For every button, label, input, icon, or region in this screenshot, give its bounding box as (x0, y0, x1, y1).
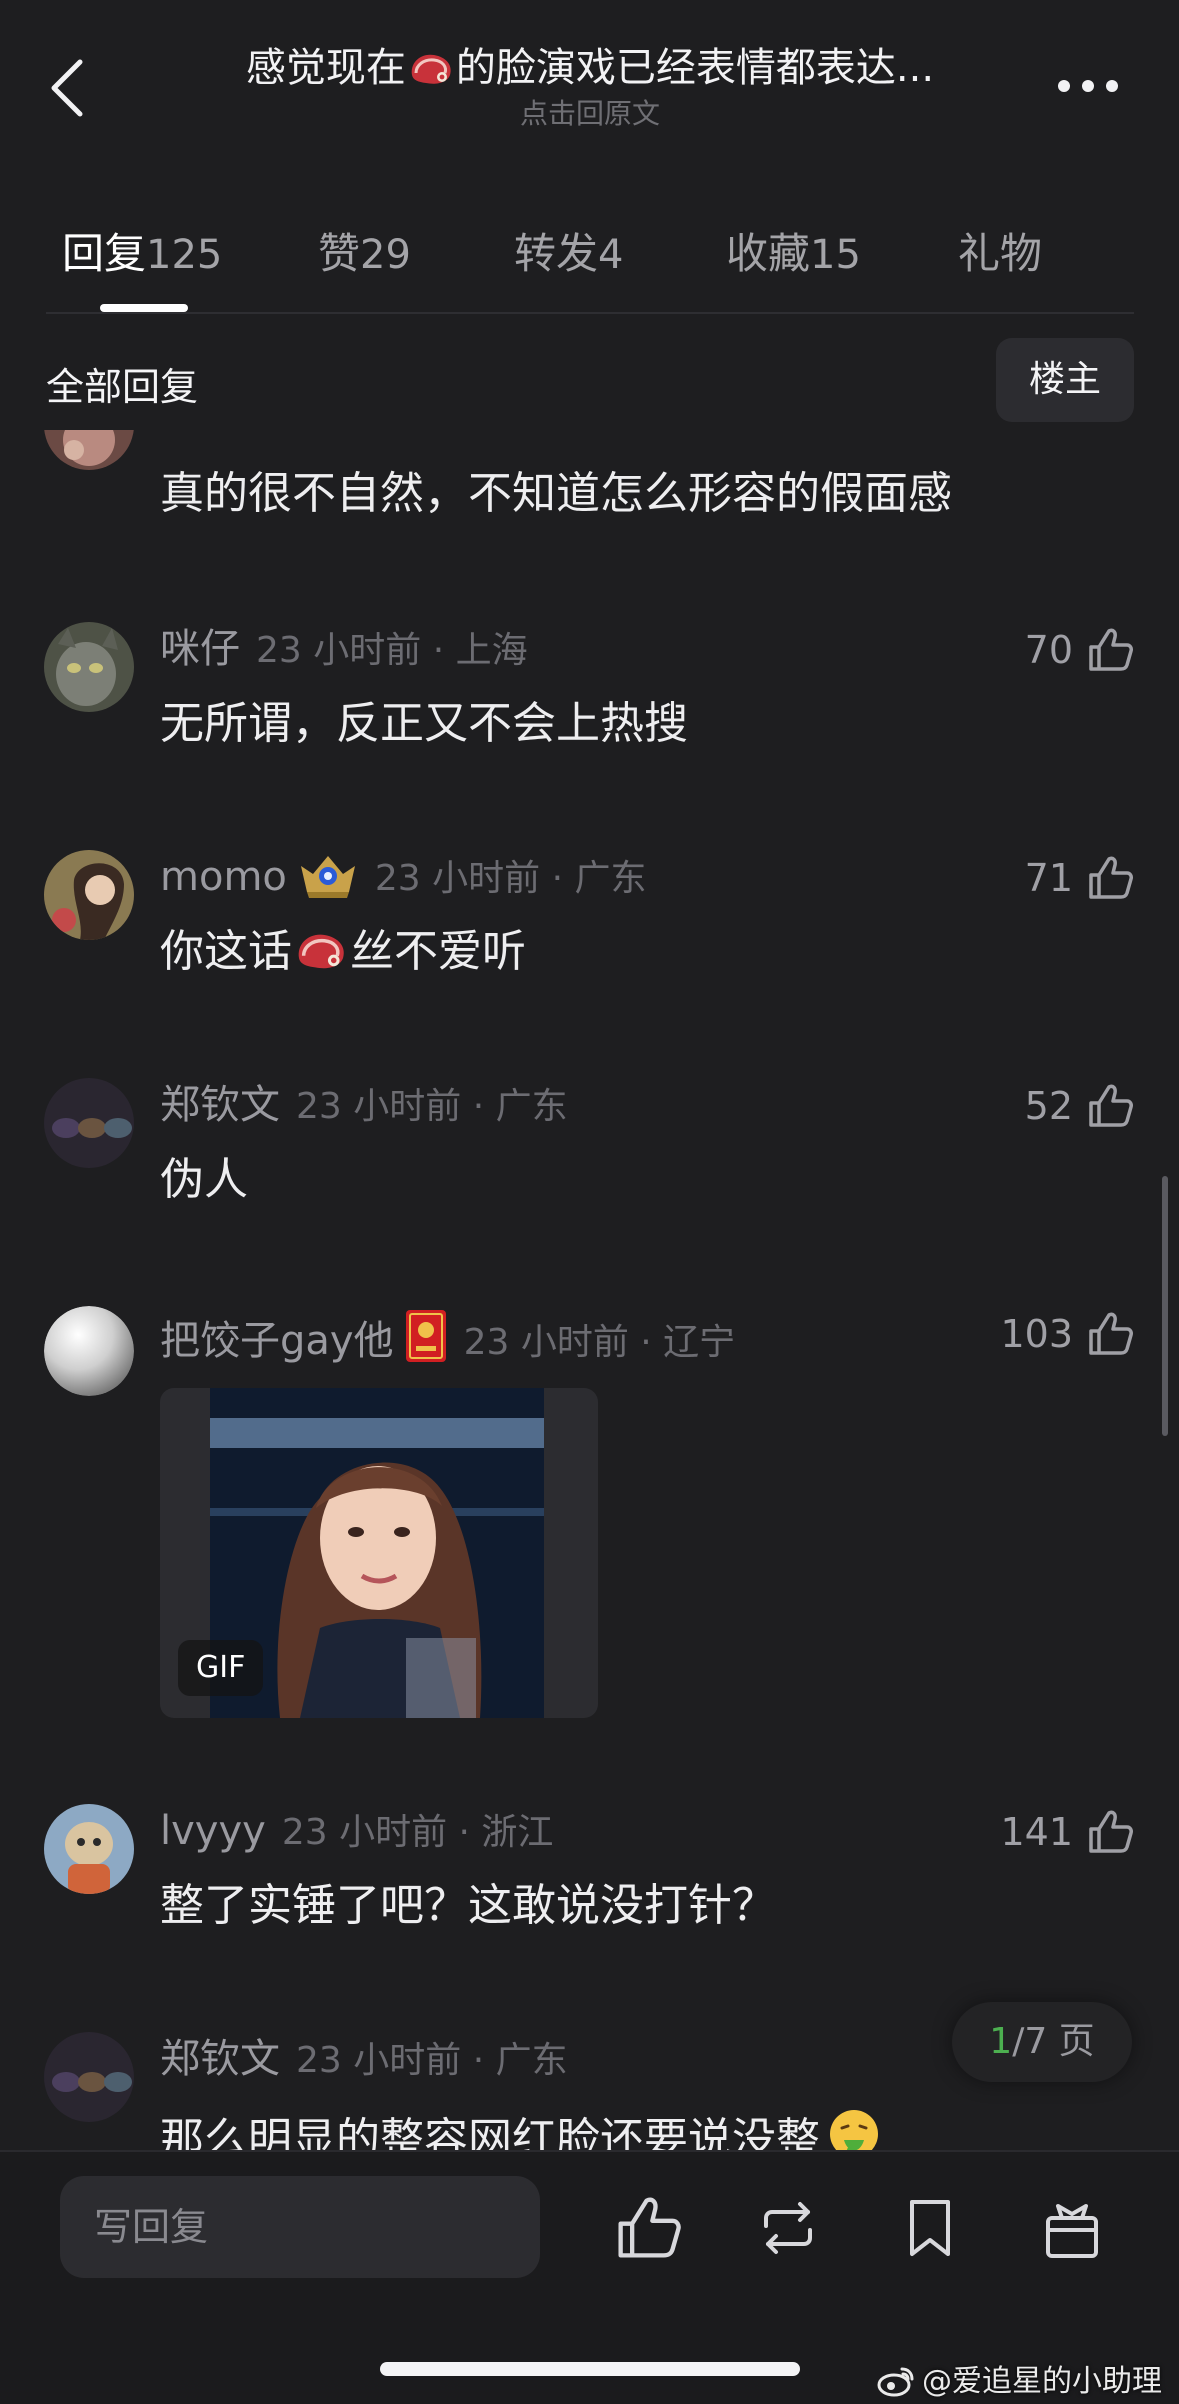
avatar[interactable] (44, 622, 134, 712)
like-button[interactable]: 70 (1025, 620, 1135, 680)
bookmark-icon (910, 2200, 950, 2256)
comment-header: momo 23 小时前 · 广东 (160, 852, 646, 904)
all-replies-label[interactable]: 全部回复 (46, 356, 198, 411)
gift-button[interactable] (1036, 2192, 1108, 2264)
avatar[interactable] (44, 850, 134, 940)
scrollbar[interactable] (1162, 1176, 1168, 1436)
meat-emoji-icon (411, 54, 451, 84)
like-count: 71 (1024, 856, 1073, 900)
thumb-up-icon (1089, 1810, 1133, 1853)
like-count: 52 (1024, 1084, 1073, 1128)
comment-text: 真的很不自然，不知道怎么形容的假面感 (160, 468, 952, 519)
avatar[interactable] (44, 1078, 134, 1168)
post-title[interactable]: 感觉现在 的脸演戏已经表情都表达... (180, 40, 1000, 96)
home-indicator[interactable] (380, 2362, 800, 2376)
total-pages: /7 页 (1012, 2021, 1095, 2062)
comment-header: 咪仔 23 小时前 · 上海 (160, 624, 528, 676)
reply-input[interactable]: 写回复 (60, 2176, 540, 2278)
tab-gifts[interactable]: 礼物 (958, 220, 1042, 281)
tab-replies[interactable]: 回复125 (62, 220, 222, 281)
avatar[interactable] (44, 430, 134, 470)
like-count: 141 (1000, 1810, 1073, 1854)
back-button[interactable] (40, 48, 100, 128)
avatar[interactable] (44, 1804, 134, 1894)
tab-reposts[interactable]: 转发4 (514, 220, 623, 281)
crown-badge-icon (300, 856, 355, 898)
repost-button[interactable] (752, 2192, 824, 2264)
username[interactable]: momo (160, 854, 287, 900)
like-button[interactable]: 141 (1000, 1802, 1135, 1862)
comment-meta: 23 小时前 · 广东 (296, 2040, 568, 2081)
post-title-area[interactable]: 感觉现在 的脸演戏已经表情都表达... 点击回原文 (180, 40, 1000, 132)
gif-label: GIF (178, 1640, 264, 1696)
more-dots-icon (1058, 80, 1118, 92)
like-button[interactable]: 52 (1025, 1076, 1135, 1136)
thumb-up-icon (1089, 628, 1133, 671)
like-icon (618, 2197, 681, 2258)
thumb-up-icon (1089, 1084, 1133, 1127)
username[interactable]: lvyyy (160, 1808, 266, 1854)
thumb-up-icon (1089, 856, 1133, 899)
comment-meta: 23 小时前 · 广东 (374, 858, 647, 899)
comment-header: 郑钦文 23 小时前 · 广东 (160, 1080, 568, 1132)
weibo-logo-icon (877, 2367, 914, 2397)
comment-text: 整了实锤了吧？这敢说没打针？ (160, 1880, 776, 1931)
red-envelope-badge-icon (405, 1310, 446, 1362)
gift-icon (1046, 2204, 1098, 2258)
avatar[interactable] (44, 1306, 134, 1396)
reply-filter-row: 全部回复 楼主 (0, 336, 1179, 426)
page-indicator[interactable]: 1/7 页 (952, 2002, 1132, 2082)
gif-attachment[interactable]: GIF (160, 1388, 598, 1718)
back-to-original-link[interactable]: 点击回原文 (180, 96, 1000, 132)
bookmark-button[interactable] (894, 2192, 966, 2264)
current-page: 1 (989, 2021, 1013, 2062)
like-button[interactable]: 103 (1000, 1304, 1135, 1364)
comment-text: 你这话 丝不爱听 (160, 926, 526, 977)
header-bar: 感觉现在 的脸演戏已经表情都表达... 点击回原文 (0, 0, 1179, 160)
comment-text: 伪人 (160, 1154, 248, 1205)
thumb-up-icon (1089, 1312, 1133, 1355)
comment-header: 把饺子gay他 23 小时前 · 辽宁 (160, 1308, 735, 1368)
comment-text: 无所谓，反正又不会上热搜 (160, 698, 688, 749)
interaction-tabs: 回复125 赞29 转发4 收藏15 礼物 (0, 200, 1179, 312)
avatar[interactable] (44, 2032, 134, 2122)
comment-header: 郑钦文 23 小时前 · 广东 (160, 2034, 568, 2086)
comment-header: lvyyy 23 小时前 · 浙江 (160, 1806, 553, 1858)
comment-meta: 23 小时前 · 广东 (296, 1086, 568, 1127)
comment-meta: 23 小时前 · 上海 (256, 630, 528, 671)
like-button[interactable] (612, 2192, 684, 2264)
comment-meta: 23 小时前 · 辽宁 (463, 1322, 736, 1363)
more-button[interactable] (1048, 66, 1128, 106)
vomit-emoji-icon (830, 2110, 878, 2150)
repost-icon (764, 2202, 812, 2254)
tab-favorites[interactable]: 收藏15 (726, 220, 861, 281)
chevron-left-icon (51, 59, 83, 117)
username[interactable]: 郑钦文 (160, 1082, 280, 1128)
username[interactable]: 郑钦文 (160, 2036, 280, 2082)
op-only-button[interactable]: 楼主 (996, 338, 1134, 422)
divider (46, 312, 1134, 314)
meat-emoji-icon (298, 934, 344, 969)
comment-meta: 23 小时前 · 浙江 (281, 1812, 554, 1853)
like-count: 103 (1000, 1312, 1073, 1356)
active-tab-indicator (100, 304, 188, 312)
username[interactable]: 咪仔 (160, 626, 240, 672)
like-button[interactable]: 71 (1025, 848, 1135, 908)
tab-likes[interactable]: 赞29 (318, 220, 411, 281)
like-count: 70 (1024, 628, 1073, 672)
comment-list: 真的很不自然，不知道怎么形容的假面感 咪仔 23 小时前 · 上海 70 无所谓，… (0, 430, 1179, 2150)
username[interactable]: 把饺子gay他 (160, 1318, 394, 1364)
watermark: @爱追星的小助理 (876, 2356, 1162, 2400)
comment-text: 那么明显的整容网红脸还要说没整 (160, 2106, 882, 2150)
